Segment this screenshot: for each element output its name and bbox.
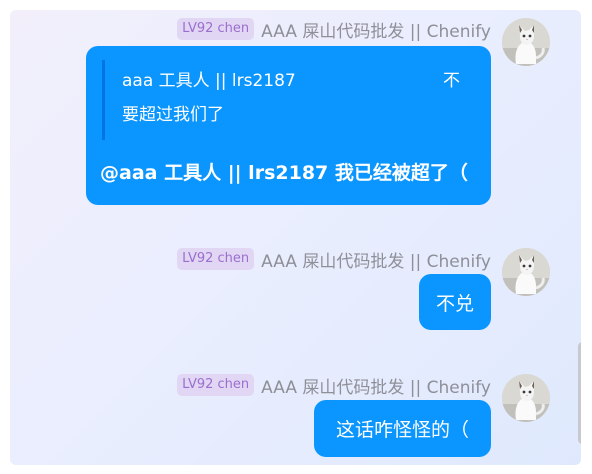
sender-name[interactable]: AAA 屎山代码批发 || Chenify <box>261 373 491 398</box>
quoted-author: aaa 工具人 || lrs2187 <box>122 71 296 91</box>
quoted-message[interactable]: aaa 工具人 || lrs2187 不 要超过我们了 <box>102 60 460 140</box>
level-badge: LV92 chen <box>177 374 255 396</box>
message-bubble[interactable]: 这话咋怪怪的（ <box>314 400 491 457</box>
avatar[interactable] <box>502 248 550 296</box>
message-header: LV92 chen AAA 屎山代码批发 || Chenify <box>177 373 491 398</box>
cat-avatar-icon <box>502 18 550 66</box>
sender-name[interactable]: AAA 屎山代码批发 || Chenify <box>261 17 491 42</box>
cat-avatar-icon <box>502 248 550 296</box>
message-header: LV92 chen AAA 屎山代码批发 || Chenify <box>177 247 491 272</box>
avatar[interactable] <box>502 374 550 422</box>
message-bubble[interactable]: aaa 工具人 || lrs2187 不 要超过我们了 @aaa 工具人 || … <box>86 46 491 205</box>
message-bubble[interactable]: 不兑 <box>419 274 491 330</box>
chat-message: LV92 chen AAA 屎山代码批发 || Chenify 不兑 <box>10 240 581 340</box>
vertical-scrollbar[interactable] <box>578 342 581 444</box>
chat-message: LV92 chen AAA 屎山代码批发 || Chenify 这话咋怪怪的（ <box>10 366 581 465</box>
message-text: @aaa 工具人 || lrs2187 我已经被超了（ <box>100 162 468 184</box>
level-badge: LV92 chen <box>177 18 255 40</box>
message-text: 不兑 <box>435 292 474 315</box>
message-text: 这话咋怪怪的（ <box>335 419 469 441</box>
level-badge: LV92 chen <box>177 248 255 270</box>
sender-name[interactable]: AAA 屎山代码批发 || Chenify <box>261 247 491 272</box>
chat-panel[interactable]: LV92 chen AAA 屎山代码批发 || Chenify aaa 工具人 … <box>10 10 581 465</box>
avatar[interactable] <box>502 18 550 66</box>
quoted-text-continued: 要超过我们了 <box>122 105 224 125</box>
quoted-text: 不 <box>443 71 460 91</box>
message-header: LV92 chen AAA 屎山代码批发 || Chenify <box>177 17 491 42</box>
chat-message: LV92 chen AAA 屎山代码批发 || Chenify aaa 工具人 … <box>10 10 581 210</box>
cat-avatar-icon <box>502 374 550 422</box>
